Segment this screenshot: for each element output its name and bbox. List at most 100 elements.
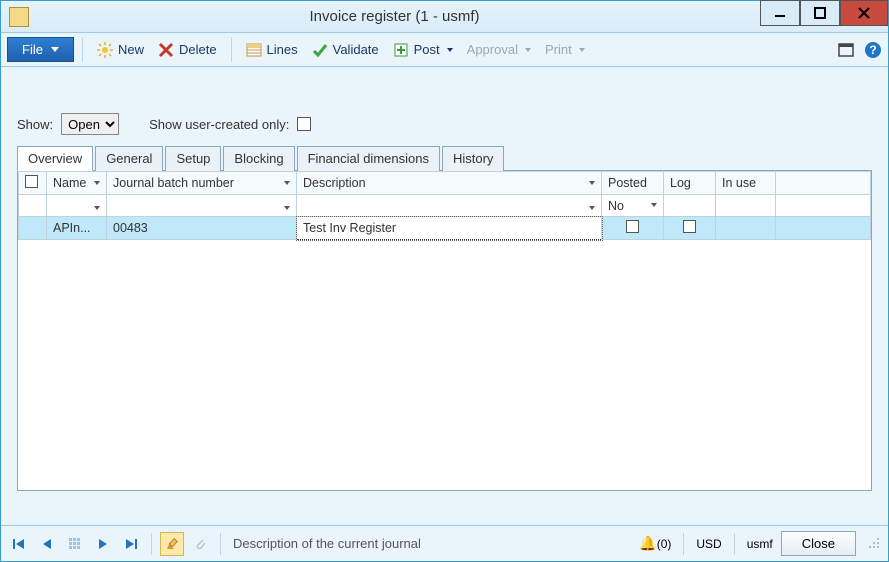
help-icon[interactable]: ?: [864, 41, 882, 59]
approval-menu-button[interactable]: Approval: [461, 39, 537, 60]
col-batch-header[interactable]: Journal batch number: [107, 172, 297, 195]
filter-log[interactable]: [664, 195, 716, 217]
post-menu-button[interactable]: Post: [387, 39, 459, 61]
nav-next-button[interactable]: [91, 532, 115, 556]
tab-strip: Overview General Setup Blocking Financia…: [17, 145, 872, 171]
chevron-down-icon: [589, 206, 595, 210]
validate-label: Validate: [333, 42, 379, 57]
status-hint: Description of the current journal: [233, 536, 421, 551]
print-menu-button[interactable]: Print: [539, 39, 591, 60]
col-inuse-header[interactable]: In use: [716, 172, 776, 195]
grid-filter-row: No: [19, 195, 871, 217]
delete-button[interactable]: Delete: [152, 39, 223, 61]
col-posted-header[interactable]: Posted: [602, 172, 664, 195]
chevron-down-icon: [447, 48, 453, 52]
filter-desc[interactable]: [297, 195, 602, 217]
resize-grip-icon[interactable]: [868, 537, 882, 551]
file-label: File: [22, 42, 43, 57]
delete-x-icon: [158, 42, 174, 58]
nav-prev-button[interactable]: [35, 532, 59, 556]
svg-text:?: ?: [869, 43, 876, 57]
cell-log[interactable]: [664, 217, 716, 240]
filter-bar: Show: Open Show user-created only:: [17, 113, 872, 135]
lines-icon: [246, 42, 262, 58]
close-window-button[interactable]: [840, 0, 888, 26]
chevron-down-icon: [284, 206, 290, 210]
user-created-label: Show user-created only:: [149, 117, 289, 132]
post-icon: [393, 42, 409, 58]
checkbox-icon: [683, 220, 696, 233]
chevron-down-icon: [51, 47, 59, 52]
tab-blocking[interactable]: Blocking: [223, 146, 294, 171]
window-icon[interactable]: [838, 42, 854, 58]
table-row[interactable]: APIn... 00483 Test Inv Register: [19, 217, 871, 240]
nav-last-button[interactable]: [119, 532, 143, 556]
sun-icon: [97, 42, 113, 58]
col-name-header[interactable]: Name: [47, 172, 107, 195]
cell-name[interactable]: APIn...: [47, 217, 107, 240]
app-icon: [9, 7, 29, 27]
cell-posted[interactable]: [602, 217, 664, 240]
select-all-header[interactable]: [19, 172, 47, 195]
lines-label: Lines: [267, 42, 298, 57]
status-bar: Description of the current journal 🔔(0) …: [1, 525, 888, 561]
approval-label: Approval: [467, 42, 518, 57]
minimize-button[interactable]: [760, 0, 800, 26]
chevron-down-icon: [94, 206, 100, 210]
content-area: Show: Open Show user-created only: Overv…: [1, 67, 888, 525]
delete-label: Delete: [179, 42, 217, 57]
post-label: Post: [414, 42, 440, 57]
chevron-down-icon: [284, 181, 290, 185]
grid-header-row: Name Journal batch number Description Po…: [19, 172, 871, 195]
tab-setup[interactable]: Setup: [165, 146, 221, 171]
edit-mode-button[interactable]: [160, 532, 184, 556]
check-icon: [312, 42, 328, 58]
window-title: Invoice register (1 - usmf): [29, 8, 760, 25]
filter-posted[interactable]: No: [602, 195, 664, 217]
filter-name[interactable]: [47, 195, 107, 217]
col-log-header[interactable]: Log: [664, 172, 716, 195]
user-created-checkbox[interactable]: [297, 117, 311, 131]
chevron-down-icon: [94, 181, 100, 185]
col-tail-header: [776, 172, 871, 195]
show-label: Show:: [17, 117, 53, 132]
separator: [82, 38, 83, 62]
filter-inuse[interactable]: [716, 195, 776, 217]
validate-button[interactable]: Validate: [306, 39, 385, 61]
print-label: Print: [545, 42, 572, 57]
nav-grid-button[interactable]: [63, 532, 87, 556]
col-desc-header[interactable]: Description: [297, 172, 602, 195]
grid: Name Journal batch number Description Po…: [17, 171, 872, 491]
new-button[interactable]: New: [91, 39, 150, 61]
separator: [231, 38, 232, 62]
lines-button[interactable]: Lines: [240, 39, 304, 61]
maximize-button[interactable]: [800, 0, 840, 26]
currency-label: USD: [696, 537, 721, 551]
checkbox-icon: [626, 220, 639, 233]
cell-description-editing[interactable]: Test Inv Register: [297, 217, 602, 240]
tab-general[interactable]: General: [95, 146, 163, 171]
cell-inuse[interactable]: [716, 217, 776, 240]
chevron-down-icon: [589, 181, 595, 185]
filter-batch[interactable]: [107, 195, 297, 217]
tab-history[interactable]: History: [442, 146, 504, 171]
window-controls: [760, 1, 888, 32]
titlebar: Invoice register (1 - usmf): [1, 1, 888, 33]
company-label: usmf: [747, 537, 773, 551]
nav-first-button[interactable]: [7, 532, 31, 556]
attachment-button[interactable]: [188, 532, 212, 556]
toolbar: File New Delete Lines Validate Post Appr…: [1, 33, 888, 67]
bell-icon: 🔔: [639, 535, 656, 551]
close-button[interactable]: Close: [781, 531, 856, 556]
chevron-down-icon: [579, 48, 585, 52]
new-label: New: [118, 42, 144, 57]
row-gutter: [19, 217, 47, 240]
tab-overview[interactable]: Overview: [17, 146, 93, 171]
show-select[interactable]: Open: [61, 113, 119, 135]
chevron-down-icon: [525, 48, 531, 52]
file-menu-button[interactable]: File: [7, 37, 74, 62]
alerts-indicator[interactable]: 🔔(0): [639, 535, 671, 552]
chevron-down-icon: [651, 203, 657, 207]
tab-financial-dimensions[interactable]: Financial dimensions: [297, 146, 440, 171]
cell-batch[interactable]: 00483: [107, 217, 297, 240]
